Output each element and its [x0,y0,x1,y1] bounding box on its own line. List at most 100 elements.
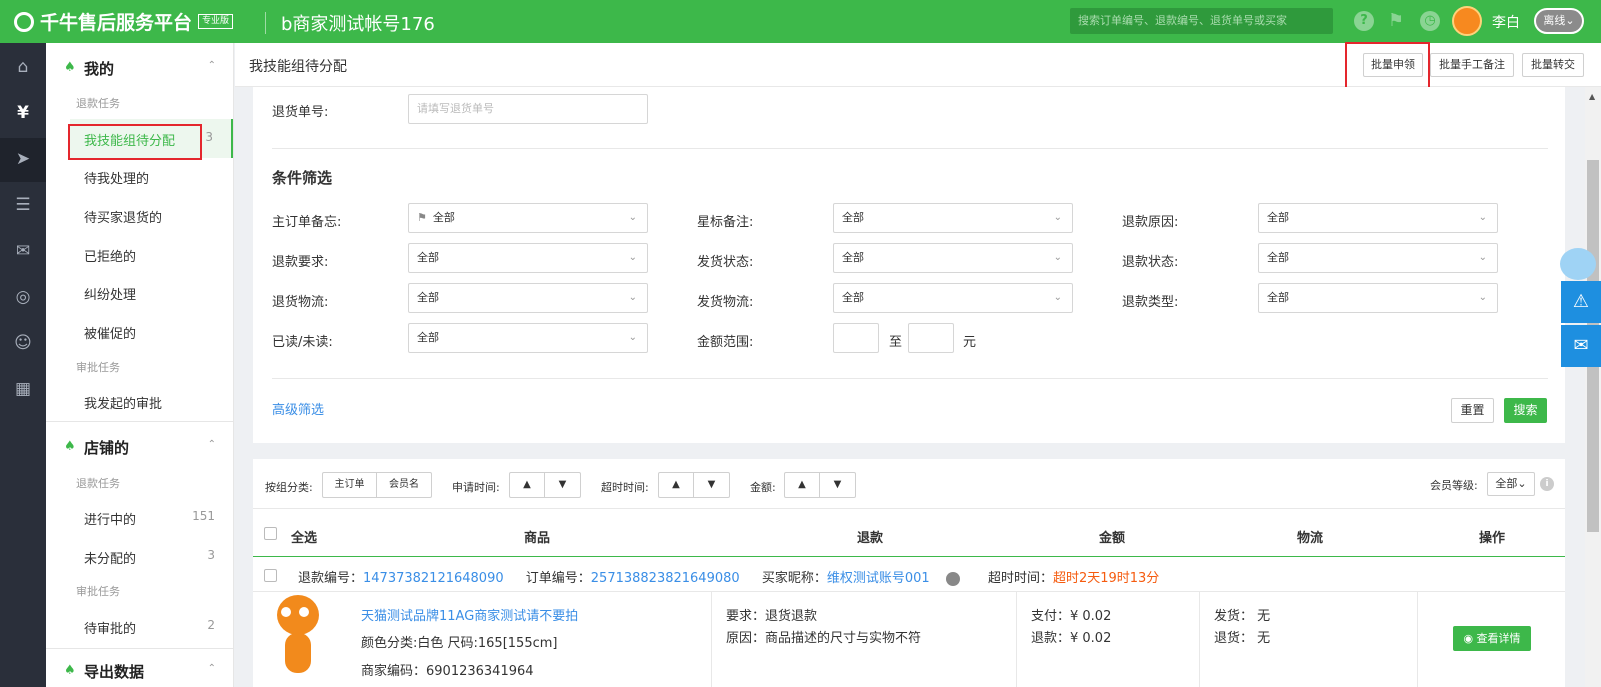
group-option-member[interactable]: 会员名 [377,473,431,497]
home-icon[interactable]: ⌂ [13,57,33,77]
refund-request-select[interactable]: 全部 ⌄ [408,243,648,273]
divider [46,648,233,649]
amount-max-input[interactable] [908,323,954,353]
reset-button[interactable]: 重置 [1451,398,1494,423]
chevron-down-icon: ⌄ [628,292,637,303]
buyer-link[interactable]: 维权测试账号001 [827,571,930,586]
help-icon[interactable]: ? [1354,11,1374,31]
sidebar-item-unassigned[interactable]: 未分配的 [84,548,136,567]
section-export[interactable]: ♠ 导出数据 ⌃ [46,661,233,681]
order-no-link[interactable]: 257138823821649080 [591,571,740,586]
ship-logistics-select[interactable]: 全部 ⌄ [833,283,1073,313]
refund-status-select[interactable]: 全部 ⌄ [1258,243,1498,273]
section-mine[interactable]: ♠ 我的 ⌃ [46,58,233,78]
refund-no-label: 退款编号： [298,571,364,586]
refund-no-link[interactable]: 14737382121648090 [363,571,504,586]
divider [1199,591,1200,687]
view-detail-button[interactable]: ◉ 查看详情 [1453,626,1531,651]
refund-yen-icon[interactable]: ¥ [13,103,33,123]
col-action: 操作 [1479,531,1506,546]
order-memo-select[interactable]: ⚑ 全部 ⌄ [408,203,648,233]
refund-reason-select[interactable]: 全部 ⌄ [1258,203,1498,233]
team-icon: ♠ [64,439,76,454]
scroll-up-icon[interactable]: ▲ [1589,92,1595,101]
return-no-label: 退货单号: [272,105,329,120]
section-title: 我的 [84,60,115,78]
timeout-label: 超时时间: [601,481,649,494]
wangwang-icon[interactable] [945,571,960,586]
list-icon[interactable]: ☰ [13,195,33,215]
sidebar-item-pending-approval[interactable]: 待审批的 [84,618,136,637]
sidebar-item-rejected[interactable]: 已拒绝的 [84,246,136,265]
shipped-status: 发货： 无 [1214,609,1271,624]
read-status-select[interactable]: 全部 ⌄ [408,323,648,353]
avatar[interactable] [1452,6,1482,36]
group-label: 按组分类: [265,481,313,494]
row-meta: 退款编号：14737382121648090 订单编号：257138823821… [298,567,1159,586]
export-icon: ♠ [64,663,76,678]
notification-bell-icon[interactable]: ⚠ [1561,281,1601,323]
status-toggle[interactable]: 离线⌄ [1534,8,1584,34]
mascot-icon[interactable] [1560,248,1596,280]
ship-status-select[interactable]: 全部 ⌄ [833,243,1073,273]
filter-label: 退款原因: [1122,215,1179,230]
divider [272,148,1548,149]
user-name[interactable]: 李白 [1492,12,1520,32]
member-level-select[interactable]: 全部⌄ [1487,472,1535,496]
rocket-icon[interactable]: ➤ [13,149,33,169]
sidebar-item-dispute[interactable]: 纠纷处理 [84,284,136,303]
chevron-up-icon[interactable]: ⌃ [208,439,216,450]
sidebar-item-my-approvals[interactable]: 我发起的审批 [84,393,162,412]
chevron-down-icon: ⌄ [1478,292,1487,303]
clock-icon[interactable]: ◷ [1420,11,1440,31]
global-search-input[interactable]: 搜索订单编号、退款编号、退货单号或买家 [1070,8,1333,34]
select-value: 全部 [1495,477,1518,490]
compass-icon[interactable]: ◎ [13,287,33,307]
chat-bubble-icon[interactable]: ✉ [1561,325,1601,367]
product-image[interactable] [271,595,325,681]
info-icon[interactable]: i [1540,477,1554,491]
chevron-up-icon[interactable]: ⌃ [208,60,216,71]
calendar-icon[interactable]: ▦ [13,379,33,399]
advanced-filter-link[interactable]: 高级筛选 [272,399,324,418]
sort-desc-icon[interactable]: ▼ [545,473,580,497]
sidebar-item-awaiting-return[interactable]: 待买家退货的 [84,207,162,226]
sort-desc-icon[interactable]: ▼ [820,473,855,497]
view-detail-label: 查看详情 [1476,632,1521,645]
batch-transfer-button[interactable]: 批量转交 [1522,53,1584,77]
bell-icon[interactable]: ⚑ [1386,11,1406,31]
sort-asc-icon[interactable]: ▲ [659,473,694,497]
select-all-checkbox[interactable] [264,527,277,540]
users-icon[interactable]: ☺ [13,333,33,353]
star-remark-select[interactable]: 全部 ⌄ [833,203,1073,233]
sidebar-item-urged[interactable]: 被催促的 [84,323,136,342]
sidebar-item-my-pending[interactable]: 待我处理的 [84,168,149,187]
status-label: 离线 [1543,14,1566,27]
section-shop[interactable]: ♠ 店铺的 ⌃ [46,437,233,457]
sort-asc-icon[interactable]: ▲ [785,473,820,497]
edition-badge: 专业版 [198,14,234,29]
select-value: 全部 [417,291,439,304]
chat-icon[interactable]: ✉ [13,241,33,261]
sort-asc-icon[interactable]: ▲ [510,473,545,497]
refund-type-select[interactable]: 全部 ⌄ [1258,283,1498,313]
col-select-all[interactable]: 全选 [291,527,317,546]
chevron-up-icon[interactable]: ⌃ [208,663,216,674]
sort-desc-icon[interactable]: ▼ [694,473,729,497]
amount-min-input[interactable] [833,323,879,353]
group-option-order[interactable]: 主订单 [323,473,377,497]
subheading: 审批任务 [76,361,120,374]
product-title-link[interactable]: 天猫测试品牌11AG商家测试请不要拍 [361,605,578,624]
row-checkbox[interactable] [264,569,277,582]
col-goods: 商品 [524,531,551,546]
amount-to-label: 至 [889,335,903,350]
app-logo[interactable]: 千牛售后服务平台 专业版 [14,8,234,35]
divider [253,591,1565,592]
return-logistics-select[interactable]: 全部 ⌄ [408,283,648,313]
batch-remark-button[interactable]: 批量手工备注 [1430,53,1514,77]
search-button[interactable]: 搜索 [1504,398,1547,423]
return-no-input[interactable]: 请填写退货单号 [408,94,648,124]
sidebar-item-in-progress[interactable]: 进行中的 [84,509,136,528]
member-level-label: 会员等级: [1430,479,1478,492]
amount-unit-label: 元 [963,335,977,350]
